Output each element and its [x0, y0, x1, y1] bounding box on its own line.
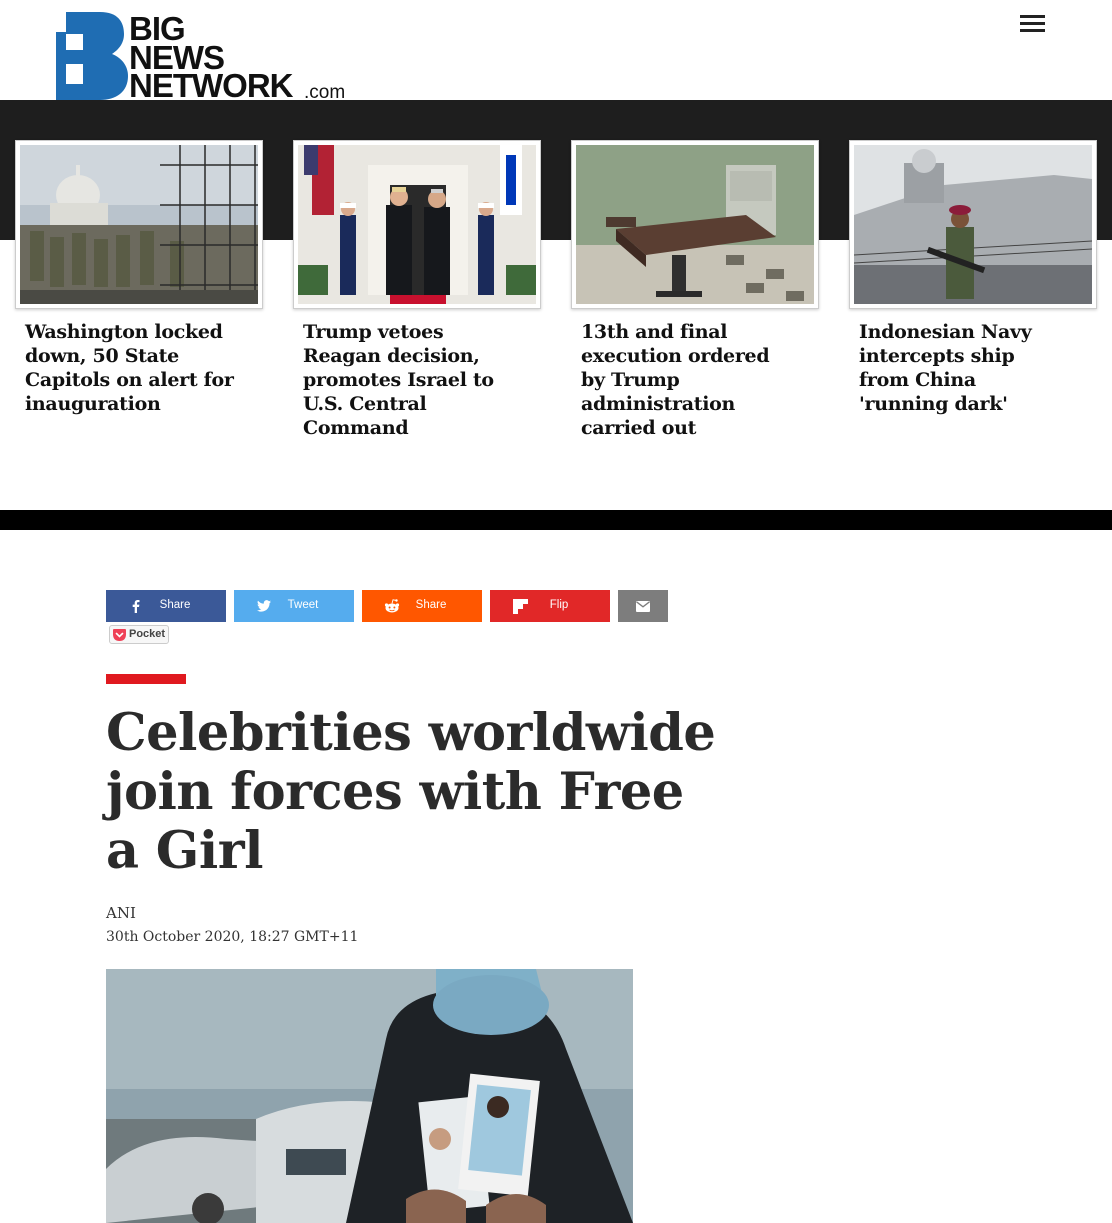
site-header: BIG NEWS NETWORK .com — [0, 0, 1112, 104]
story-title[interactable]: 13th and final execution ordered by Trum… — [571, 320, 791, 440]
logo-b-mark — [56, 12, 128, 100]
facebook-share-button[interactable]: Share — [106, 590, 226, 622]
story-image[interactable] — [849, 140, 1097, 309]
story-title[interactable]: Indonesian Navy intercepts ship from Chi… — [849, 320, 1069, 416]
email-share-button[interactable] — [618, 590, 668, 622]
email-icon — [635, 598, 651, 614]
pocket-save-button[interactable]: Pocket — [109, 625, 169, 644]
story-card[interactable]: 13th and final execution ordered by Trum… — [571, 140, 819, 440]
flipboard-flip-button[interactable]: Flip — [490, 590, 610, 622]
logo-text-network: NETWORK — [129, 67, 293, 104]
flipboard-icon — [512, 598, 528, 614]
story-title[interactable]: Trump vetoes Reagan decision, promotes I… — [293, 320, 513, 440]
article-headline: Celebrities worldwide join forces with F… — [106, 703, 716, 881]
article-author[interactable]: ANI — [106, 904, 136, 922]
hamburger-menu-icon[interactable] — [1020, 15, 1048, 35]
story-image[interactable] — [15, 140, 263, 309]
reddit-share-label: Share — [415, 599, 447, 611]
pocket-icon — [113, 629, 126, 641]
site-logo[interactable]: BIG NEWS NETWORK .com — [56, 12, 356, 104]
flipboard-flip-label: Flip — [549, 599, 569, 611]
top-stories: Washington locked down, 50 State Capitol… — [0, 140, 1112, 460]
story-card[interactable]: Washington locked down, 50 State Capitol… — [15, 140, 263, 416]
story-image[interactable] — [293, 140, 541, 309]
twitter-tweet-button[interactable]: Tweet — [234, 590, 354, 622]
story-title[interactable]: Washington locked down, 50 State Capitol… — [15, 320, 235, 416]
section-divider — [0, 510, 1112, 530]
reddit-icon — [384, 598, 400, 614]
article-date: 30th October 2020, 18:27 GMT+11 — [106, 929, 359, 945]
twitter-icon — [256, 598, 272, 614]
story-image[interactable] — [571, 140, 819, 309]
category-accent-bar — [106, 674, 186, 684]
facebook-icon — [128, 598, 144, 614]
reddit-share-button[interactable]: Share — [362, 590, 482, 622]
story-card[interactable]: Trump vetoes Reagan decision, promotes I… — [293, 140, 541, 440]
twitter-tweet-label: Tweet — [287, 599, 319, 611]
story-card[interactable]: Indonesian Navy intercepts ship from Chi… — [849, 140, 1097, 416]
pocket-label: Pocket — [129, 628, 166, 640]
facebook-share-label: Share — [159, 599, 191, 611]
article-hero-image — [106, 969, 633, 1223]
